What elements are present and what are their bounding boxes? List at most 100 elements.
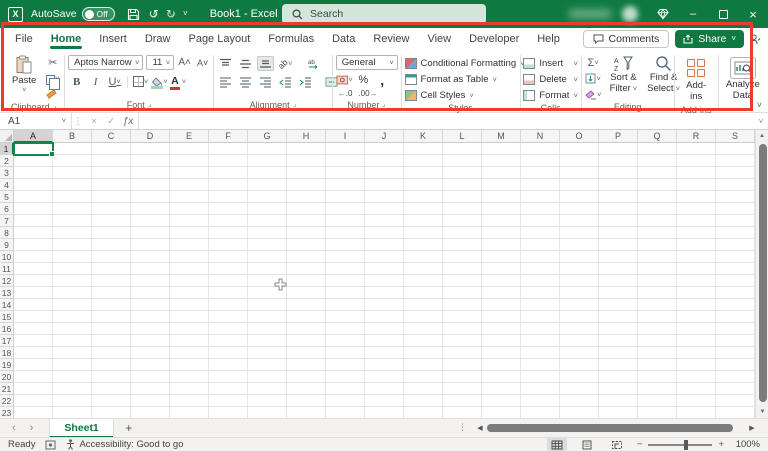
macro-record-icon[interactable]	[45, 440, 56, 450]
middle-align-button[interactable]	[237, 56, 254, 71]
number-dialog-launcher[interactable]: ›	[381, 101, 389, 109]
formula-bar-splitter[interactable]: ⋮	[72, 113, 84, 129]
zoom-slider-thumb[interactable]	[684, 440, 688, 450]
column-header-G[interactable]: G	[248, 130, 287, 143]
percent-style-button[interactable]: %	[355, 72, 372, 87]
accessibility-status[interactable]: Accessibility: Good to go	[66, 439, 183, 450]
row-header-14[interactable]: 14	[0, 299, 14, 311]
paste-button[interactable]: Paste ˅	[8, 53, 40, 96]
column-header-L[interactable]: L	[443, 130, 482, 143]
row-header-19[interactable]: 19	[0, 359, 14, 371]
scroll-down-icon[interactable]: ▼	[756, 406, 768, 418]
column-header-Q[interactable]: Q	[638, 130, 677, 143]
autosave-toggle[interactable]: Off	[82, 7, 115, 21]
row-header-17[interactable]: 17	[0, 335, 14, 347]
orientation-button[interactable]: ab˅	[277, 56, 294, 71]
next-sheet-icon[interactable]: ›	[30, 422, 34, 434]
customize-qat-icon[interactable]: ˅	[183, 10, 188, 18]
column-header-C[interactable]: C	[92, 130, 131, 143]
tab-file[interactable]: File	[6, 30, 42, 49]
page-break-preview-button[interactable]	[607, 438, 627, 451]
column-header-D[interactable]: D	[131, 130, 170, 143]
prev-sheet-icon[interactable]: ‹	[12, 422, 16, 434]
font-size-combobox[interactable]: 11˅	[146, 55, 174, 70]
column-header-R[interactable]: R	[677, 130, 716, 143]
close-button[interactable]: ×	[738, 0, 768, 28]
underline-button[interactable]: U˅	[106, 74, 123, 89]
active-cell-selection[interactable]	[13, 142, 54, 156]
clear-button[interactable]: ˅	[585, 87, 602, 102]
column-header-F[interactable]: F	[209, 130, 248, 143]
italic-button[interactable]: I	[87, 74, 104, 89]
horizontal-scroll-thumb[interactable]	[487, 424, 733, 432]
cut-button[interactable]: ✂	[44, 55, 61, 70]
scroll-left-icon[interactable]: ◀	[475, 424, 485, 432]
normal-view-button[interactable]	[547, 438, 567, 451]
bottom-align-button[interactable]	[257, 56, 274, 71]
scroll-right-icon[interactable]: ▶	[747, 424, 757, 432]
row-header-21[interactable]: 21	[0, 383, 14, 395]
insert-cells-button[interactable]: Insert ˅	[523, 56, 577, 71]
column-header-N[interactable]: N	[521, 130, 560, 143]
sort-filter-button[interactable]: AZ Sort & Filter˅	[606, 55, 642, 97]
accounting-format-button[interactable]: ˅	[336, 72, 353, 87]
bold-button[interactable]: B	[68, 74, 85, 89]
tab-review[interactable]: Review	[364, 30, 418, 49]
number-format-combobox[interactable]: General˅	[336, 55, 398, 70]
column-header-I[interactable]: I	[326, 130, 365, 143]
conditional-formatting-button[interactable]: Conditional Formatting ˅	[405, 56, 525, 71]
row-header-7[interactable]: 7	[0, 215, 14, 227]
tab-split-handle[interactable]: ⋮	[458, 422, 467, 433]
column-header-H[interactable]: H	[287, 130, 326, 143]
decrease-indent-button[interactable]	[277, 74, 294, 89]
minimize-button[interactable]: –	[678, 0, 708, 28]
column-header-K[interactable]: K	[404, 130, 443, 143]
new-sheet-button[interactable]: +	[114, 421, 144, 435]
top-align-button[interactable]	[217, 56, 234, 71]
tab-data[interactable]: Data	[323, 30, 364, 49]
tab-developer[interactable]: Developer	[460, 30, 528, 49]
insert-function-button[interactable]: ƒx	[120, 116, 136, 127]
horizontal-scrollbar[interactable]	[485, 418, 747, 437]
undo-button[interactable]: ↺˅	[149, 8, 157, 20]
row-header-20[interactable]: 20	[0, 371, 14, 383]
row-header-22[interactable]: 22	[0, 395, 14, 407]
fill-color-button[interactable]: ˅	[151, 74, 168, 89]
tab-home[interactable]: Home	[42, 30, 91, 49]
cancel-entry-button[interactable]: ×	[86, 116, 102, 127]
ribbon-options-icon[interactable]	[750, 33, 760, 45]
row-header-12[interactable]: 12	[0, 275, 14, 287]
add-ins-button[interactable]: Add-ins	[677, 57, 714, 105]
user-account-blurred[interactable]	[568, 4, 638, 24]
column-header-O[interactable]: O	[560, 130, 599, 143]
comma-style-button[interactable]: ,	[374, 72, 391, 87]
font-dialog-launcher[interactable]: ›	[146, 101, 154, 109]
sheet-tab-sheet1[interactable]: Sheet1	[49, 419, 113, 438]
redo-caret-icon[interactable]: ˅	[170, 13, 174, 20]
row-header-13[interactable]: 13	[0, 287, 14, 299]
zoom-slider[interactable]	[648, 444, 712, 446]
fill-button[interactable]: ˅	[585, 71, 602, 86]
autosave-control[interactable]: AutoSave Off	[31, 7, 115, 21]
collapse-ribbon-icon[interactable]: ˅	[757, 100, 762, 110]
tab-formulas[interactable]: Formulas	[259, 30, 323, 49]
tab-draw[interactable]: Draw	[136, 30, 180, 49]
zoom-in-icon[interactable]: +	[718, 439, 724, 450]
wrap-text-button[interactable]: ab	[305, 56, 322, 71]
column-header-S[interactable]: S	[716, 130, 755, 143]
row-header-5[interactable]: 5	[0, 191, 14, 203]
row-header-4[interactable]: 4	[0, 179, 14, 191]
tab-help[interactable]: Help	[528, 30, 569, 49]
confirm-entry-button[interactable]: ✓	[103, 116, 119, 127]
format-cells-button[interactable]: Format ˅	[523, 88, 577, 103]
copy-button[interactable]: ˅	[44, 71, 61, 86]
avatar[interactable]	[622, 6, 638, 22]
alignment-dialog-launcher[interactable]: ›	[291, 101, 299, 109]
undo-caret-icon[interactable]: ˅	[153, 13, 157, 20]
share-button[interactable]: Share ˅	[675, 30, 744, 48]
row-header-2[interactable]: 2	[0, 155, 14, 167]
premium-diamond-icon[interactable]	[648, 0, 678, 28]
font-name-combobox[interactable]: Aptos Narrow˅	[68, 55, 143, 70]
align-center-button[interactable]	[237, 74, 254, 89]
align-right-button[interactable]	[257, 74, 274, 89]
